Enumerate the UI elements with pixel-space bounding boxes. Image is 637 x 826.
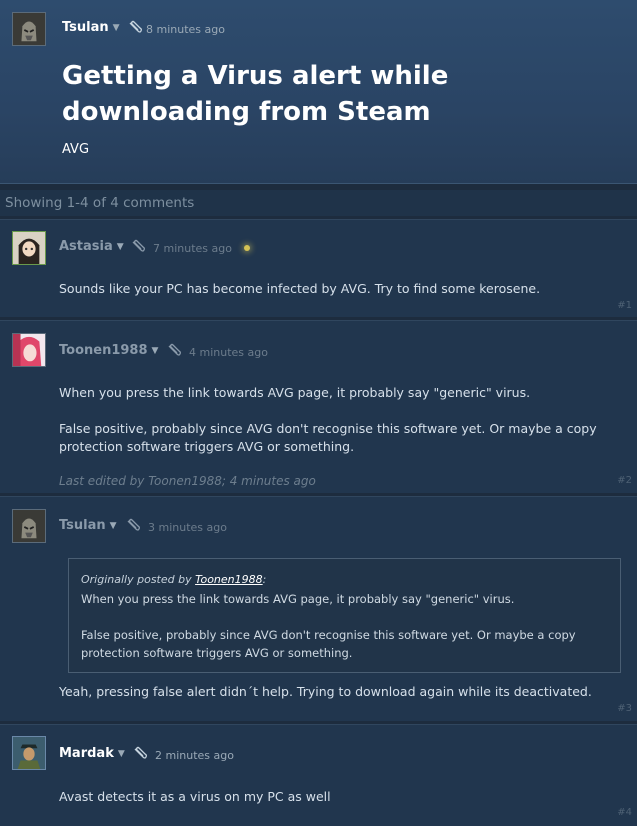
comment-author[interactable]: Astasia ▼ [59, 239, 124, 254]
edited-note: Last edited by Toonen1988; 4 minutes ago [59, 474, 316, 488]
chevron-down-icon[interactable]: ▼ [117, 242, 124, 252]
comment-number[interactable]: #1 [617, 300, 632, 311]
comment-number[interactable]: #4 [617, 807, 632, 818]
comment-number[interactable]: #3 [617, 703, 632, 714]
comment-time: 7 minutes ago [153, 242, 232, 255]
comment: Mardak ▼ 2 minutes ago Avast detects it a… [0, 724, 637, 826]
chevron-down-icon[interactable]: ▼ [118, 749, 125, 759]
comment-time: 3 minutes ago [148, 521, 227, 534]
quote-text: protection software triggers AVG or some… [81, 646, 353, 660]
quote-text: False positive, probably since AVG don't… [81, 628, 576, 642]
paperclip-icon [168, 343, 181, 356]
comment: Astasia ▼ 7 minutes ago Sounds like your … [0, 219, 637, 317]
paperclip-icon [129, 20, 142, 33]
comment-text: False positive, probably since AVG don't… [59, 421, 597, 436]
avatar[interactable] [12, 333, 46, 367]
quote-author-link[interactable]: Toonen1988 [195, 573, 263, 586]
comment: Toonen1988 ▼ 4 minutes ago When you press… [0, 320, 637, 493]
quote-text: When you press the link towards AVG page… [81, 592, 515, 606]
avatar[interactable] [12, 231, 46, 265]
comment-author[interactable]: Tsulan ▼ [59, 518, 117, 533]
avatar[interactable] [12, 12, 46, 46]
comment-text: Avast detects it as a virus on my PC as … [59, 789, 331, 804]
quote-header: Originally posted by Toonen1988: [81, 573, 267, 586]
comment-time: 2 minutes ago [155, 749, 234, 762]
comment-text: Sounds like your PC has become infected … [59, 281, 541, 296]
page-title: Getting a Virus alert while downloading … [62, 61, 449, 127]
topic-subtitle: AVG [62, 142, 90, 157]
topic-author[interactable]: Tsulan ▼ [62, 20, 120, 35]
comment-author[interactable]: Mardak ▼ [59, 746, 125, 761]
chevron-down-icon[interactable]: ▼ [110, 521, 117, 531]
paperclip-icon [134, 746, 147, 759]
status-indicator [244, 245, 250, 251]
comment-author[interactable]: Toonen1988 ▼ [59, 343, 158, 358]
paperclip-icon [132, 239, 145, 252]
paperclip-icon [127, 518, 140, 531]
comment-text: When you press the link towards AVG page… [59, 385, 531, 400]
chevron-down-icon[interactable]: ▼ [113, 23, 120, 33]
avatar[interactable] [12, 509, 46, 543]
comment-text: protection software triggers AVG or some… [59, 439, 355, 454]
comment-count: Showing 1-4 of 4 comments [0, 190, 637, 216]
comment-text: Yeah, pressing false alert didn´t help. … [59, 684, 592, 699]
avatar[interactable] [12, 736, 46, 770]
comment-number[interactable]: #2 [617, 475, 632, 486]
topic-header: Tsulan ▼ 8 minutes ago Getting a Virus al… [0, 0, 637, 184]
topic-time: 8 minutes ago [146, 23, 225, 36]
quote-block: Originally posted by Toonen1988: When yo… [68, 558, 621, 673]
comment-time: 4 minutes ago [189, 346, 268, 359]
chevron-down-icon[interactable]: ▼ [152, 346, 159, 356]
